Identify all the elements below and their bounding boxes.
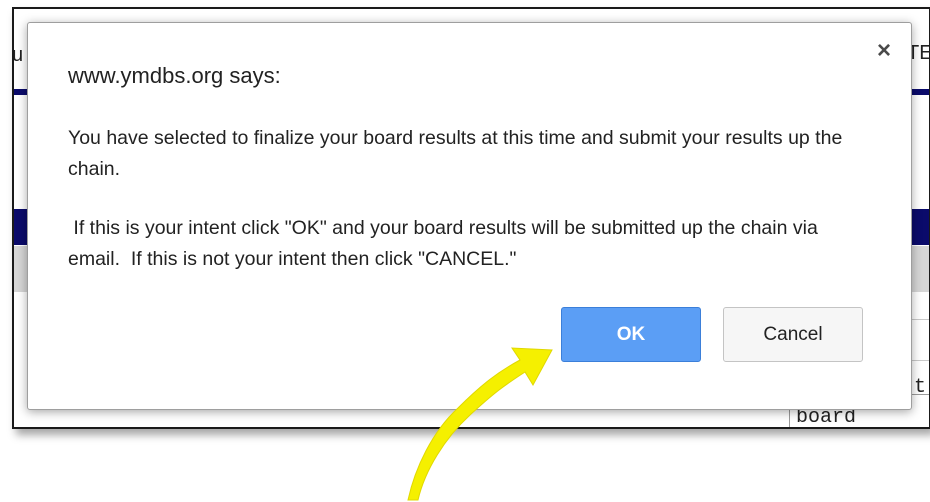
dialog-origin-title: www.ymdbs.org says:	[68, 63, 281, 88]
dialog-message: You have selected to finalize your board…	[68, 123, 868, 275]
dialog-message-paragraph-2: If this is your intent click "OK" and yo…	[68, 217, 824, 270]
confirm-dialog: × www.ymdbs.org says: You have selected …	[27, 22, 912, 410]
screenshot-stage: u TE t board × www.ymdbs.org says: You h…	[0, 0, 930, 502]
ok-button[interactable]: OK	[561, 307, 701, 362]
close-icon[interactable]: ×	[877, 39, 891, 63]
background-fragment-left: u	[12, 44, 24, 66]
cancel-button[interactable]: Cancel	[723, 307, 863, 362]
background-fragment-mid-right: t	[914, 376, 927, 399]
dialog-message-paragraph-1: You have selected to finalize your board…	[68, 127, 843, 180]
